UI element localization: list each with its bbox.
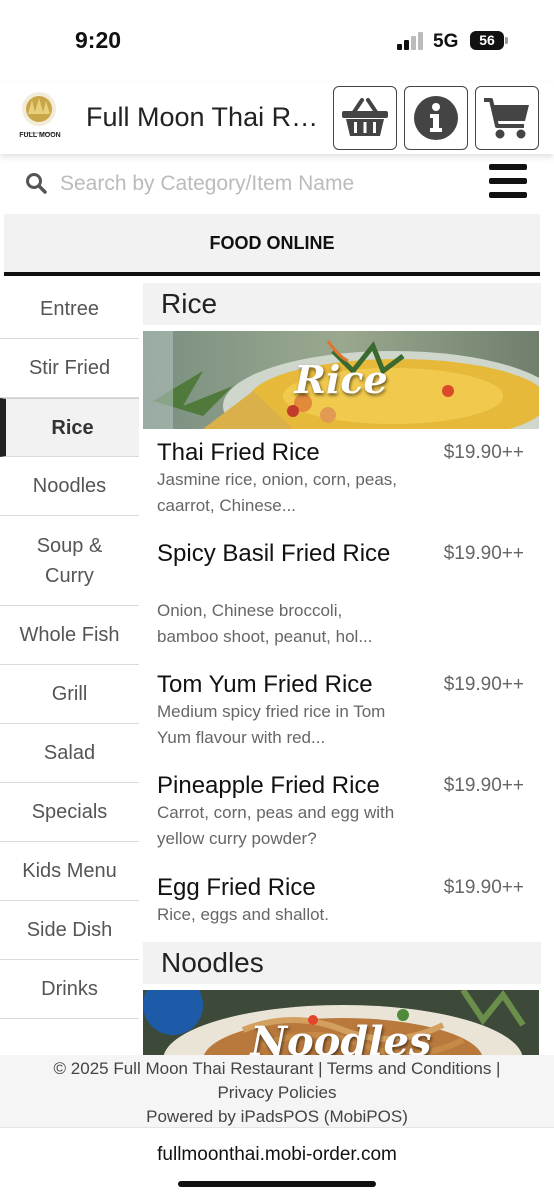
menu-hamburger-icon[interactable] — [489, 164, 527, 202]
item-description: Rice, eggs and shallot. — [157, 905, 329, 924]
tab-food-online[interactable]: FOOD ONLINE — [4, 214, 540, 276]
info-icon — [414, 96, 458, 140]
item-description: Medium spicy fried rice in Tom Yum flavo… — [157, 702, 386, 747]
sidebar-item-noodles[interactable]: Noodles — [0, 457, 139, 516]
page-footer: © 2025 Full Moon Thai Restaurant | Terms… — [0, 1055, 554, 1127]
footer-privacy-link[interactable]: Privacy Policies — [0, 1081, 554, 1105]
item-price: $19.90++ — [443, 775, 524, 796]
signal-icon — [397, 32, 427, 50]
item-description: Jasmine rice, onion, corn, peas, caarrot… — [157, 470, 397, 515]
item-name: Thai Fried Rice — [157, 439, 320, 466]
rice-banner-image: Rice — [143, 331, 539, 429]
basket-button[interactable] — [333, 86, 397, 150]
sidebar-item-rice[interactable]: Rice — [0, 398, 139, 457]
sidebar-item-drinks[interactable]: Drinks — [0, 960, 139, 1019]
section-title-noodles: Noodles — [143, 942, 541, 984]
item-description: Carrot, corn, peas and egg with yellow c… — [157, 803, 395, 848]
home-indicator[interactable] — [178, 1181, 376, 1187]
sidebar-item-soup-curry[interactable]: Soup & Curry — [0, 516, 139, 606]
sidebar-item-stir-fried[interactable]: Stir Fried — [0, 339, 139, 398]
category-sidebar: Entree Stir Fried Rice Noodles Soup & Cu… — [0, 280, 139, 1055]
sidebar-item-specials[interactable]: Specials — [0, 783, 139, 842]
footer-powered-by: Powered by iPadsPOS (MobiPOS) — [146, 1107, 408, 1126]
battery-icon: 56 — [470, 31, 504, 50]
noodles-banner-image: Noodles — [143, 990, 539, 1055]
sidebar-item-entree[interactable]: Entree — [0, 280, 139, 339]
item-price: $19.90++ — [443, 877, 524, 898]
item-description: Onion, Chinese broccoli, bamboo shoot, p… — [157, 601, 373, 646]
item-name: Tom Yum Fried Rice — [157, 671, 373, 698]
sidebar-item-grill[interactable]: Grill — [0, 665, 139, 724]
item-name: Egg Fried Rice — [157, 874, 316, 901]
sidebar-item-salad[interactable]: Salad — [0, 724, 139, 783]
item-price: $19.90++ — [443, 442, 524, 463]
info-button[interactable] — [404, 86, 468, 150]
url-text[interactable]: fullmoonthai.mobi-order.com — [0, 1144, 554, 1166]
footer-copyright[interactable]: © 2025 Full Moon Thai Restaurant | Terms… — [0, 1055, 554, 1081]
sidebar-item-whole-fish[interactable]: Whole Fish — [0, 606, 139, 665]
section-title-rice: Rice — [143, 283, 541, 325]
search-input[interactable] — [60, 167, 470, 201]
item-name: Pineapple Fried Rice — [157, 772, 380, 799]
item-name: Spicy Basil Fried Rice — [157, 540, 391, 567]
network-type: 5G — [433, 31, 459, 52]
status-time: 9:20 — [75, 27, 122, 53]
item-price: $19.90++ — [443, 674, 524, 695]
noodles-banner-text: Noodles — [250, 1018, 432, 1055]
store-name: Full Moon Thai Restaurant — [86, 102, 322, 132]
logo-text: FULL MOON — [19, 132, 61, 139]
cart-icon — [484, 98, 529, 139]
cart-button[interactable] — [475, 86, 539, 150]
battery-tip — [505, 37, 508, 44]
basket-icon — [342, 98, 388, 136]
rice-banner-text: Rice — [294, 357, 388, 402]
search-icon — [25, 172, 47, 194]
sidebar-item-kids-menu[interactable]: Kids Menu — [0, 842, 139, 901]
item-price: $19.90++ — [443, 543, 524, 564]
sidebar-item-side-dish[interactable]: Side Dish — [0, 901, 139, 960]
